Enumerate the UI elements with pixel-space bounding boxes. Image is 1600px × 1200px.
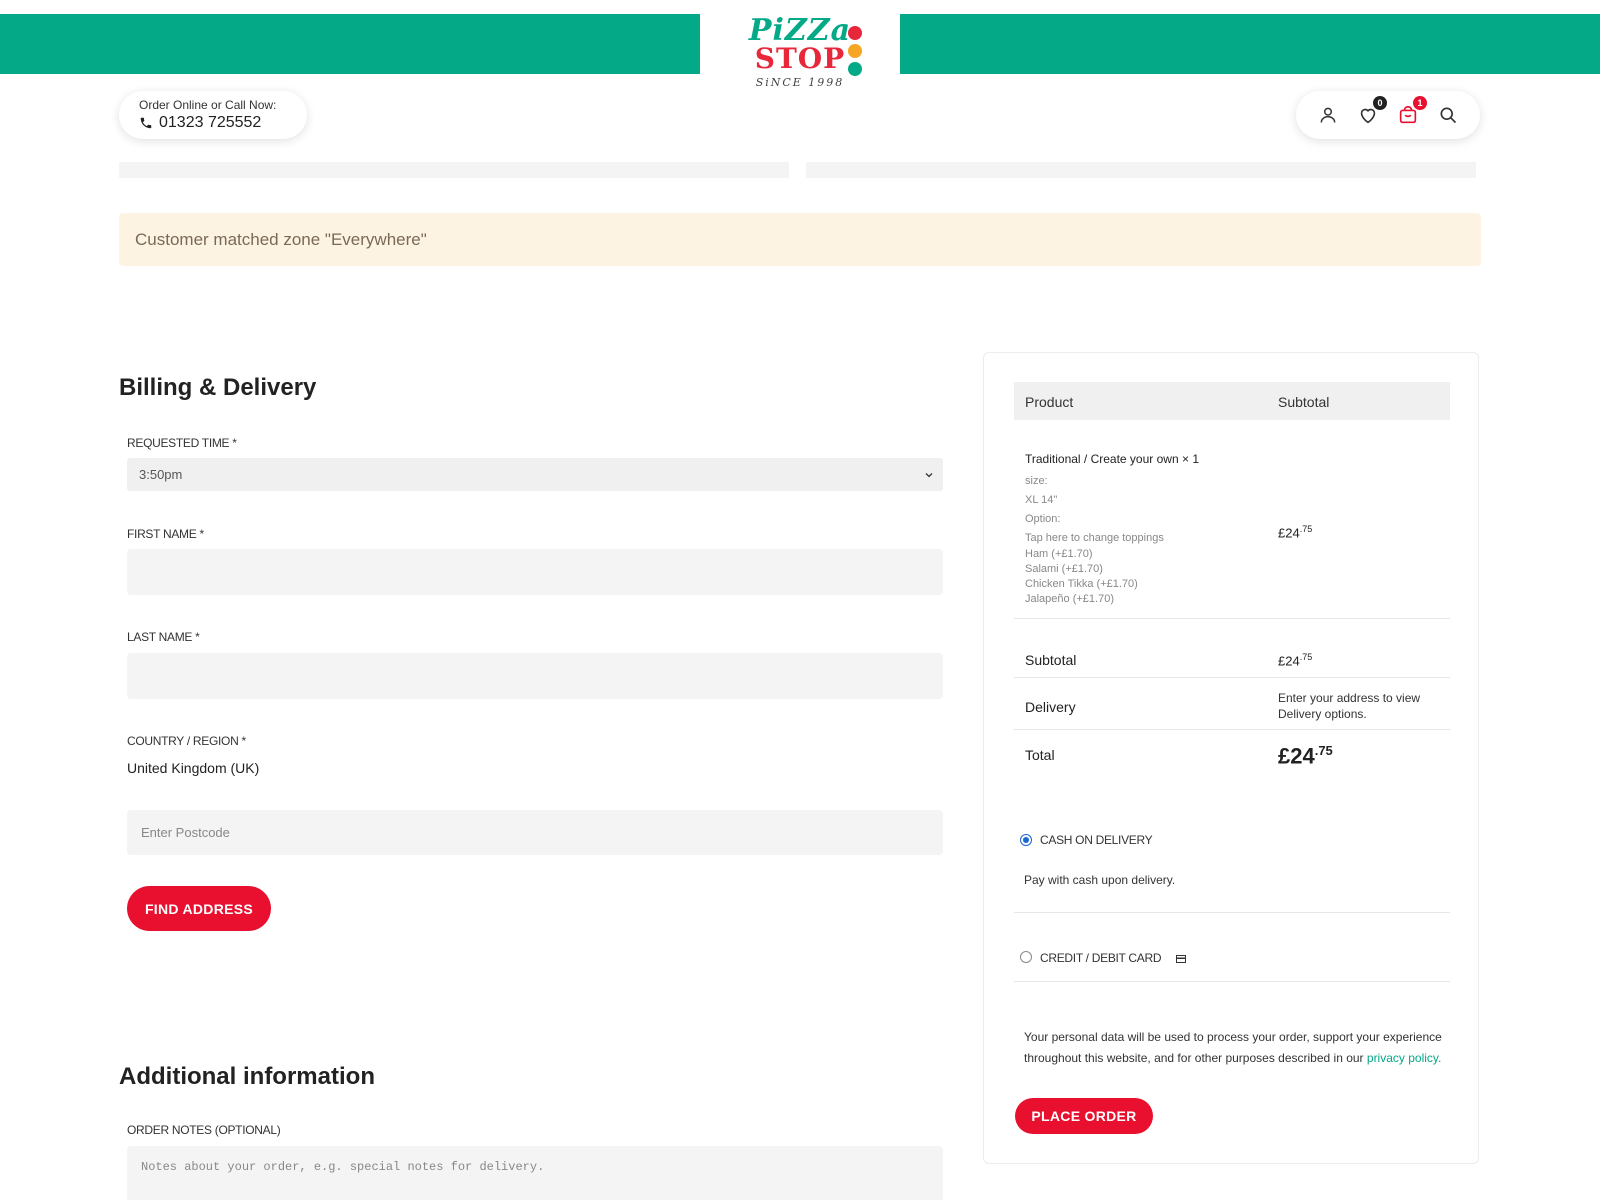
subtotal-value: £24.75 bbox=[1278, 652, 1313, 669]
logo-traffic-dots bbox=[848, 26, 862, 80]
notice-strip-left bbox=[119, 162, 789, 178]
country-label: COUNTRY / REGION * bbox=[127, 734, 246, 748]
phone-icon bbox=[140, 117, 152, 129]
divider bbox=[1014, 618, 1450, 619]
cod-description: Pay with cash upon delivery. bbox=[1024, 873, 1176, 887]
order-table-header: Product Subtotal bbox=[1014, 382, 1450, 420]
user-icon bbox=[1320, 107, 1336, 123]
item-meta-size-label: size: bbox=[1025, 475, 1048, 487]
account-button[interactable] bbox=[1315, 102, 1341, 128]
search-icon bbox=[1440, 107, 1457, 124]
cart-count-badge: 1 bbox=[1413, 96, 1427, 110]
logo-since-text: SiNCE 1998 bbox=[755, 76, 845, 89]
header-icons: 0 1 bbox=[1296, 91, 1480, 139]
wishlist-count-badge: 0 bbox=[1373, 96, 1387, 110]
phone-number: 01323 725552 bbox=[159, 114, 262, 131]
divider bbox=[1014, 677, 1450, 678]
topping-jalapeno: Jalapeño (+£1.70) bbox=[1025, 593, 1114, 605]
divider bbox=[1014, 981, 1450, 982]
item-meta-size-value: XL 14" bbox=[1025, 494, 1058, 506]
divider bbox=[1014, 729, 1450, 730]
cart-item-name[interactable]: Traditional / Create your own × 1 bbox=[1025, 452, 1199, 466]
requested-time-select[interactable]: 3:50pm bbox=[127, 458, 943, 491]
total-label: Total bbox=[1025, 747, 1055, 763]
first-name-input[interactable] bbox=[127, 549, 943, 595]
card-icon bbox=[1176, 954, 1187, 963]
last-name-label: LAST NAME * bbox=[127, 630, 200, 644]
order-notes-label: ORDER NOTES (OPTIONAL) bbox=[127, 1123, 281, 1137]
delivery-label: Delivery bbox=[1025, 699, 1076, 715]
subtotal-label: Subtotal bbox=[1025, 652, 1077, 668]
item-price: £24.75 bbox=[1278, 524, 1313, 541]
logo-stop-text: STOP bbox=[754, 42, 846, 75]
topping-ham: Ham (+£1.70) bbox=[1025, 548, 1093, 560]
call-now-pill: Order Online or Call Now: 01323 725552 bbox=[119, 91, 307, 139]
chevron-down-icon bbox=[925, 473, 933, 478]
billing-title: Billing & Delivery bbox=[119, 374, 317, 401]
order-notes-textarea[interactable] bbox=[127, 1146, 943, 1200]
privacy-policy-link[interactable]: privacy policy. bbox=[1367, 1051, 1441, 1065]
card-radio[interactable] bbox=[1020, 951, 1032, 963]
call-label: Order Online or Call Now: bbox=[139, 98, 277, 112]
cart-button[interactable]: 1 bbox=[1395, 96, 1427, 128]
notice-strip-right bbox=[806, 162, 1476, 178]
delivery-note: Enter your address to view Delivery opti… bbox=[1278, 691, 1421, 721]
requested-time-value: 3:50pm bbox=[139, 467, 183, 482]
topping-salami: Salami (+£1.70) bbox=[1025, 563, 1103, 575]
change-toppings-link[interactable]: Tap here to change toppings bbox=[1025, 531, 1164, 546]
card-label[interactable]: CREDIT / DEBIT CARD bbox=[1040, 951, 1187, 965]
last-name-input[interactable] bbox=[127, 653, 943, 699]
additional-info-title: Additional information bbox=[119, 1063, 375, 1090]
col-product: Product bbox=[1025, 394, 1074, 410]
divider bbox=[1014, 912, 1450, 913]
logo-tab[interactable]: PiZZa STOP SiNCE 1998 bbox=[700, 0, 900, 108]
phone-link[interactable]: 01323 725552 bbox=[139, 114, 307, 132]
cod-radio[interactable] bbox=[1020, 834, 1032, 846]
topping-chicken-tikka: Chicken Tikka (+£1.70) bbox=[1025, 578, 1138, 590]
privacy-notice: Your personal data will be used to proce… bbox=[1024, 1030, 1442, 1065]
search-button[interactable] bbox=[1435, 102, 1461, 128]
find-address-button[interactable]: FIND ADDRESS bbox=[127, 886, 271, 931]
total-value: £24.75 bbox=[1278, 743, 1333, 769]
postcode-input[interactable] bbox=[127, 810, 943, 855]
first-name-label: FIRST NAME * bbox=[127, 527, 204, 541]
country-value: United Kingdom (UK) bbox=[127, 760, 260, 776]
item-meta-option-label: Option: bbox=[1025, 513, 1061, 525]
pizza-stop-logo[interactable]: PiZZa STOP SiNCE 1998 bbox=[700, 16, 900, 89]
place-order-button[interactable]: PLACE ORDER bbox=[1015, 1098, 1153, 1134]
zone-notice: Customer matched zone "Everywhere" bbox=[119, 213, 1481, 266]
wishlist-button[interactable]: 0 bbox=[1355, 96, 1387, 128]
col-subtotal: Subtotal bbox=[1278, 394, 1330, 410]
cod-label[interactable]: CASH ON DELIVERY bbox=[1040, 833, 1153, 847]
requested-time-label: REQUESTED TIME * bbox=[127, 436, 237, 450]
